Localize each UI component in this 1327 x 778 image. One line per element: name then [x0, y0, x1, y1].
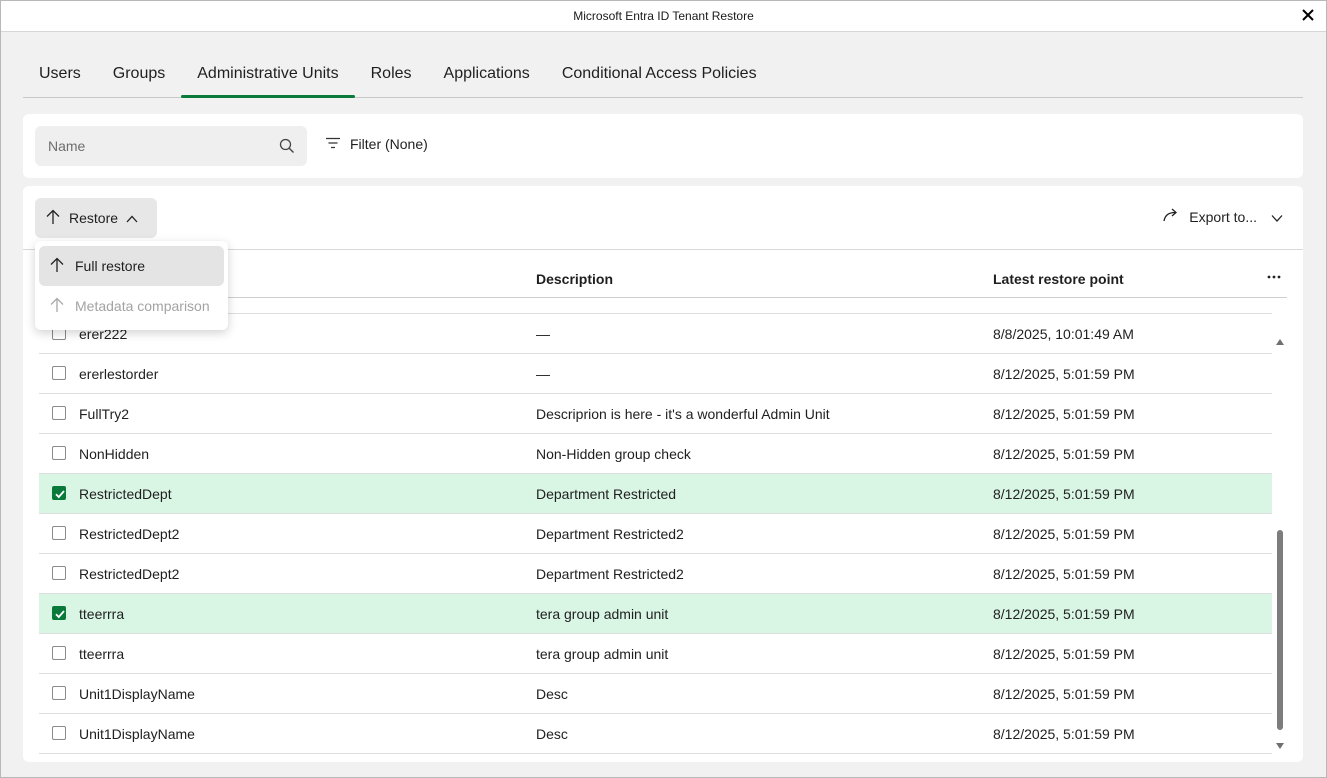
table-body: erer222—8/8/2025, 10:01:49 AM ererlestord… [39, 298, 1272, 754]
search-icon[interactable] [279, 138, 295, 154]
tab-roles[interactable]: Roles [355, 57, 428, 97]
row-checkbox[interactable] [52, 366, 66, 380]
row-latest-restore-point: 8/12/2025, 5:01:59 PM [993, 686, 1135, 702]
row-latest-restore-point: 8/12/2025, 5:01:59 PM [993, 566, 1135, 582]
row-checkbox[interactable] [52, 686, 66, 700]
table-row[interactable]: tteerrra tera group admin unit 8/12/2025, … [39, 634, 1272, 674]
row-checkbox[interactable] [52, 446, 66, 460]
row-name: RestrictedDept2 [79, 566, 180, 582]
menu-item-label: Full restore [75, 258, 146, 274]
filter-icon [325, 136, 341, 152]
app-window: Microsoft Entra ID Tenant Restore Users … [0, 0, 1327, 778]
checkmark-icon [55, 490, 65, 499]
table-row[interactable]: Unit1DisplayName Desc 8/12/2025, 5:01:59 P… [39, 714, 1272, 754]
row-description: Non-Hidden group check [536, 446, 691, 462]
row-description: Department Restricted2 [536, 526, 684, 542]
scroll-up-arrow-icon[interactable] [1276, 332, 1284, 348]
row-checkbox[interactable] [52, 406, 66, 420]
restore-button[interactable]: Restore [35, 198, 157, 238]
row-description: Department Restricted2 [536, 566, 684, 582]
row-description: — [536, 326, 550, 342]
menu-item-full-restore[interactable]: Full restore [39, 246, 224, 286]
row-description: tera group admin unit [536, 606, 669, 622]
row-latest-restore-point: 8/12/2025, 5:01:59 PM [993, 406, 1135, 422]
search-input[interactable] [35, 126, 265, 166]
chevron-down-icon [1271, 209, 1283, 225]
column-header-description[interactable]: Description [536, 271, 613, 287]
vertical-scrollbar[interactable] [1273, 332, 1287, 752]
row-latest-restore-point: 8/8/2025, 10:01:49 AM [993, 326, 1134, 342]
column-header-latest-restore-point[interactable]: Latest restore point [993, 271, 1124, 287]
row-name: NonHidden [79, 446, 150, 462]
tab-applications[interactable]: Applications [428, 57, 546, 97]
arrow-up-icon [49, 297, 65, 316]
tab-conditional-access-policies[interactable]: Conditional Access Policies [546, 57, 773, 97]
row-latest-restore-point: 8/12/2025, 5:01:59 PM [993, 366, 1135, 382]
tab-administrative-units[interactable]: Administrative Units [181, 57, 356, 98]
table-rows: erer222—8/8/2025, 10:01:49 AM ererlestord… [39, 298, 1272, 754]
filter-label: Filter (None) [350, 136, 428, 152]
window-title: Microsoft Entra ID Tenant Restore [573, 9, 754, 23]
row-latest-restore-point: 8/12/2025, 5:01:59 PM [993, 486, 1135, 502]
tab-groups[interactable]: Groups [97, 57, 181, 97]
row-name: RestrictedDept2 [79, 526, 180, 542]
row-checkbox[interactable] [52, 486, 66, 500]
row-name: RestrictedDept [79, 486, 172, 502]
table-row[interactable]: NonHidden Non-Hidden group check 8/12/2025… [39, 434, 1272, 474]
export-button-label: Export to... [1189, 208, 1257, 225]
row-name: Unit1DisplayName [79, 726, 195, 742]
title-bar: Microsoft Entra ID Tenant Restore [1, 1, 1326, 32]
arrow-up-icon [49, 257, 65, 276]
row-description: tera group admin unit [536, 646, 669, 662]
arrow-up-icon [45, 209, 61, 228]
share-arrow-icon [1163, 208, 1181, 225]
row-description: Desc [536, 686, 568, 702]
table-row[interactable]: Unit1DisplayName Desc 8/12/2025, 5:01:59 P… [39, 674, 1272, 714]
row-name: tteerrra [79, 646, 125, 662]
chevron-up-icon [126, 210, 138, 226]
row-description: — [536, 366, 550, 382]
table-row[interactable]: FullTry2 Descriprion is here - it's a won… [39, 394, 1272, 434]
row-checkbox[interactable] [52, 646, 66, 660]
row-checkbox[interactable] [52, 726, 66, 740]
table-row[interactable]: RestrictedDept2 Department Restricted2 8/1… [39, 514, 1272, 554]
row-latest-restore-point: 8/12/2025, 5:01:59 PM [993, 446, 1135, 462]
table-row[interactable]: RestrictedDept Department Restricted 8/12/… [39, 474, 1272, 514]
close-icon[interactable] [1298, 5, 1318, 25]
restore-dropdown-menu: Full restore Metadata comparison [35, 241, 228, 330]
row-checkbox[interactable] [52, 606, 66, 620]
restore-button-label: Restore [69, 210, 119, 226]
export-button[interactable]: Export to... [1163, 208, 1283, 225]
row-checkbox[interactable] [52, 566, 66, 580]
row-latest-restore-point: 8/12/2025, 5:01:59 PM [993, 646, 1135, 662]
row-name: tteerrra [79, 606, 125, 622]
checkmark-icon [55, 610, 65, 619]
tab-bar: Users Groups Administrative Units Roles … [23, 57, 1303, 98]
row-checkbox[interactable] [52, 526, 66, 540]
row-description: Desc [536, 726, 568, 742]
scroll-down-arrow-icon[interactable] [1276, 736, 1284, 752]
search-box [35, 126, 307, 166]
menu-item-metadata-comparison: Metadata comparison [39, 286, 224, 326]
row-name: Unit1DisplayName [79, 686, 195, 702]
row-latest-restore-point: 8/12/2025, 5:01:59 PM [993, 606, 1135, 622]
row-name: FullTry2 [79, 406, 130, 422]
tab-users[interactable]: Users [23, 57, 97, 97]
table-row[interactable]: RestrictedDept2 Department Restricted2 8/1… [39, 554, 1272, 594]
row-description: Descriprion is here - it's a wonderful A… [536, 406, 830, 422]
filter-panel: Filter (None) [23, 114, 1303, 178]
filter-button[interactable]: Filter (None) [325, 136, 428, 152]
scroll-thumb[interactable] [1277, 530, 1283, 730]
row-latest-restore-point: 8/12/2025, 5:01:59 PM [993, 526, 1135, 542]
row-latest-restore-point: 8/12/2025, 5:01:59 PM [993, 726, 1135, 742]
row-name: ererlestorder [79, 366, 159, 382]
table-row[interactable]: tteerrra tera group admin unit 8/12/2025, … [39, 594, 1272, 634]
table-row[interactable]: ererlestorder — 8/12/2025, 5:01:59 PM [39, 354, 1272, 394]
menu-item-label: Metadata comparison [75, 298, 210, 314]
more-horizontal-icon[interactable] [1267, 266, 1281, 282]
row-description: Department Restricted [536, 486, 677, 502]
